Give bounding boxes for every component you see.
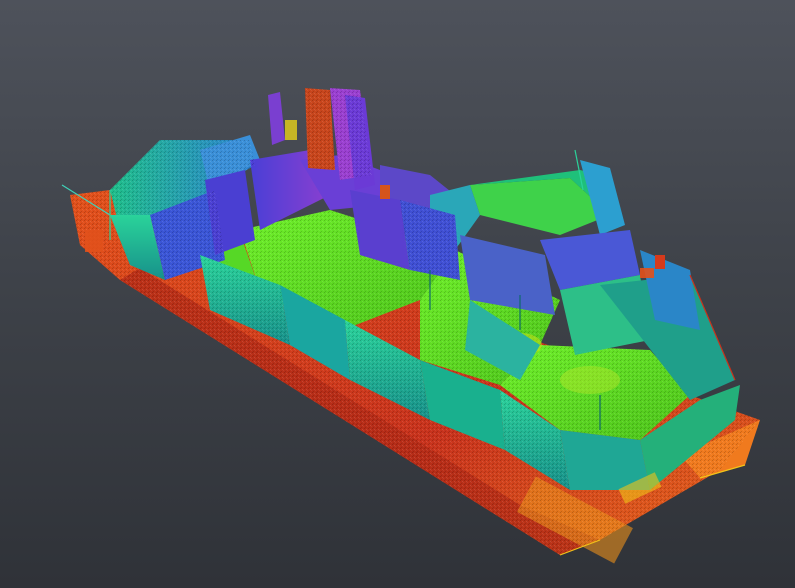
point-cloud-render[interactable] [0, 0, 795, 588]
point-cloud-viewport[interactable] [0, 0, 795, 588]
